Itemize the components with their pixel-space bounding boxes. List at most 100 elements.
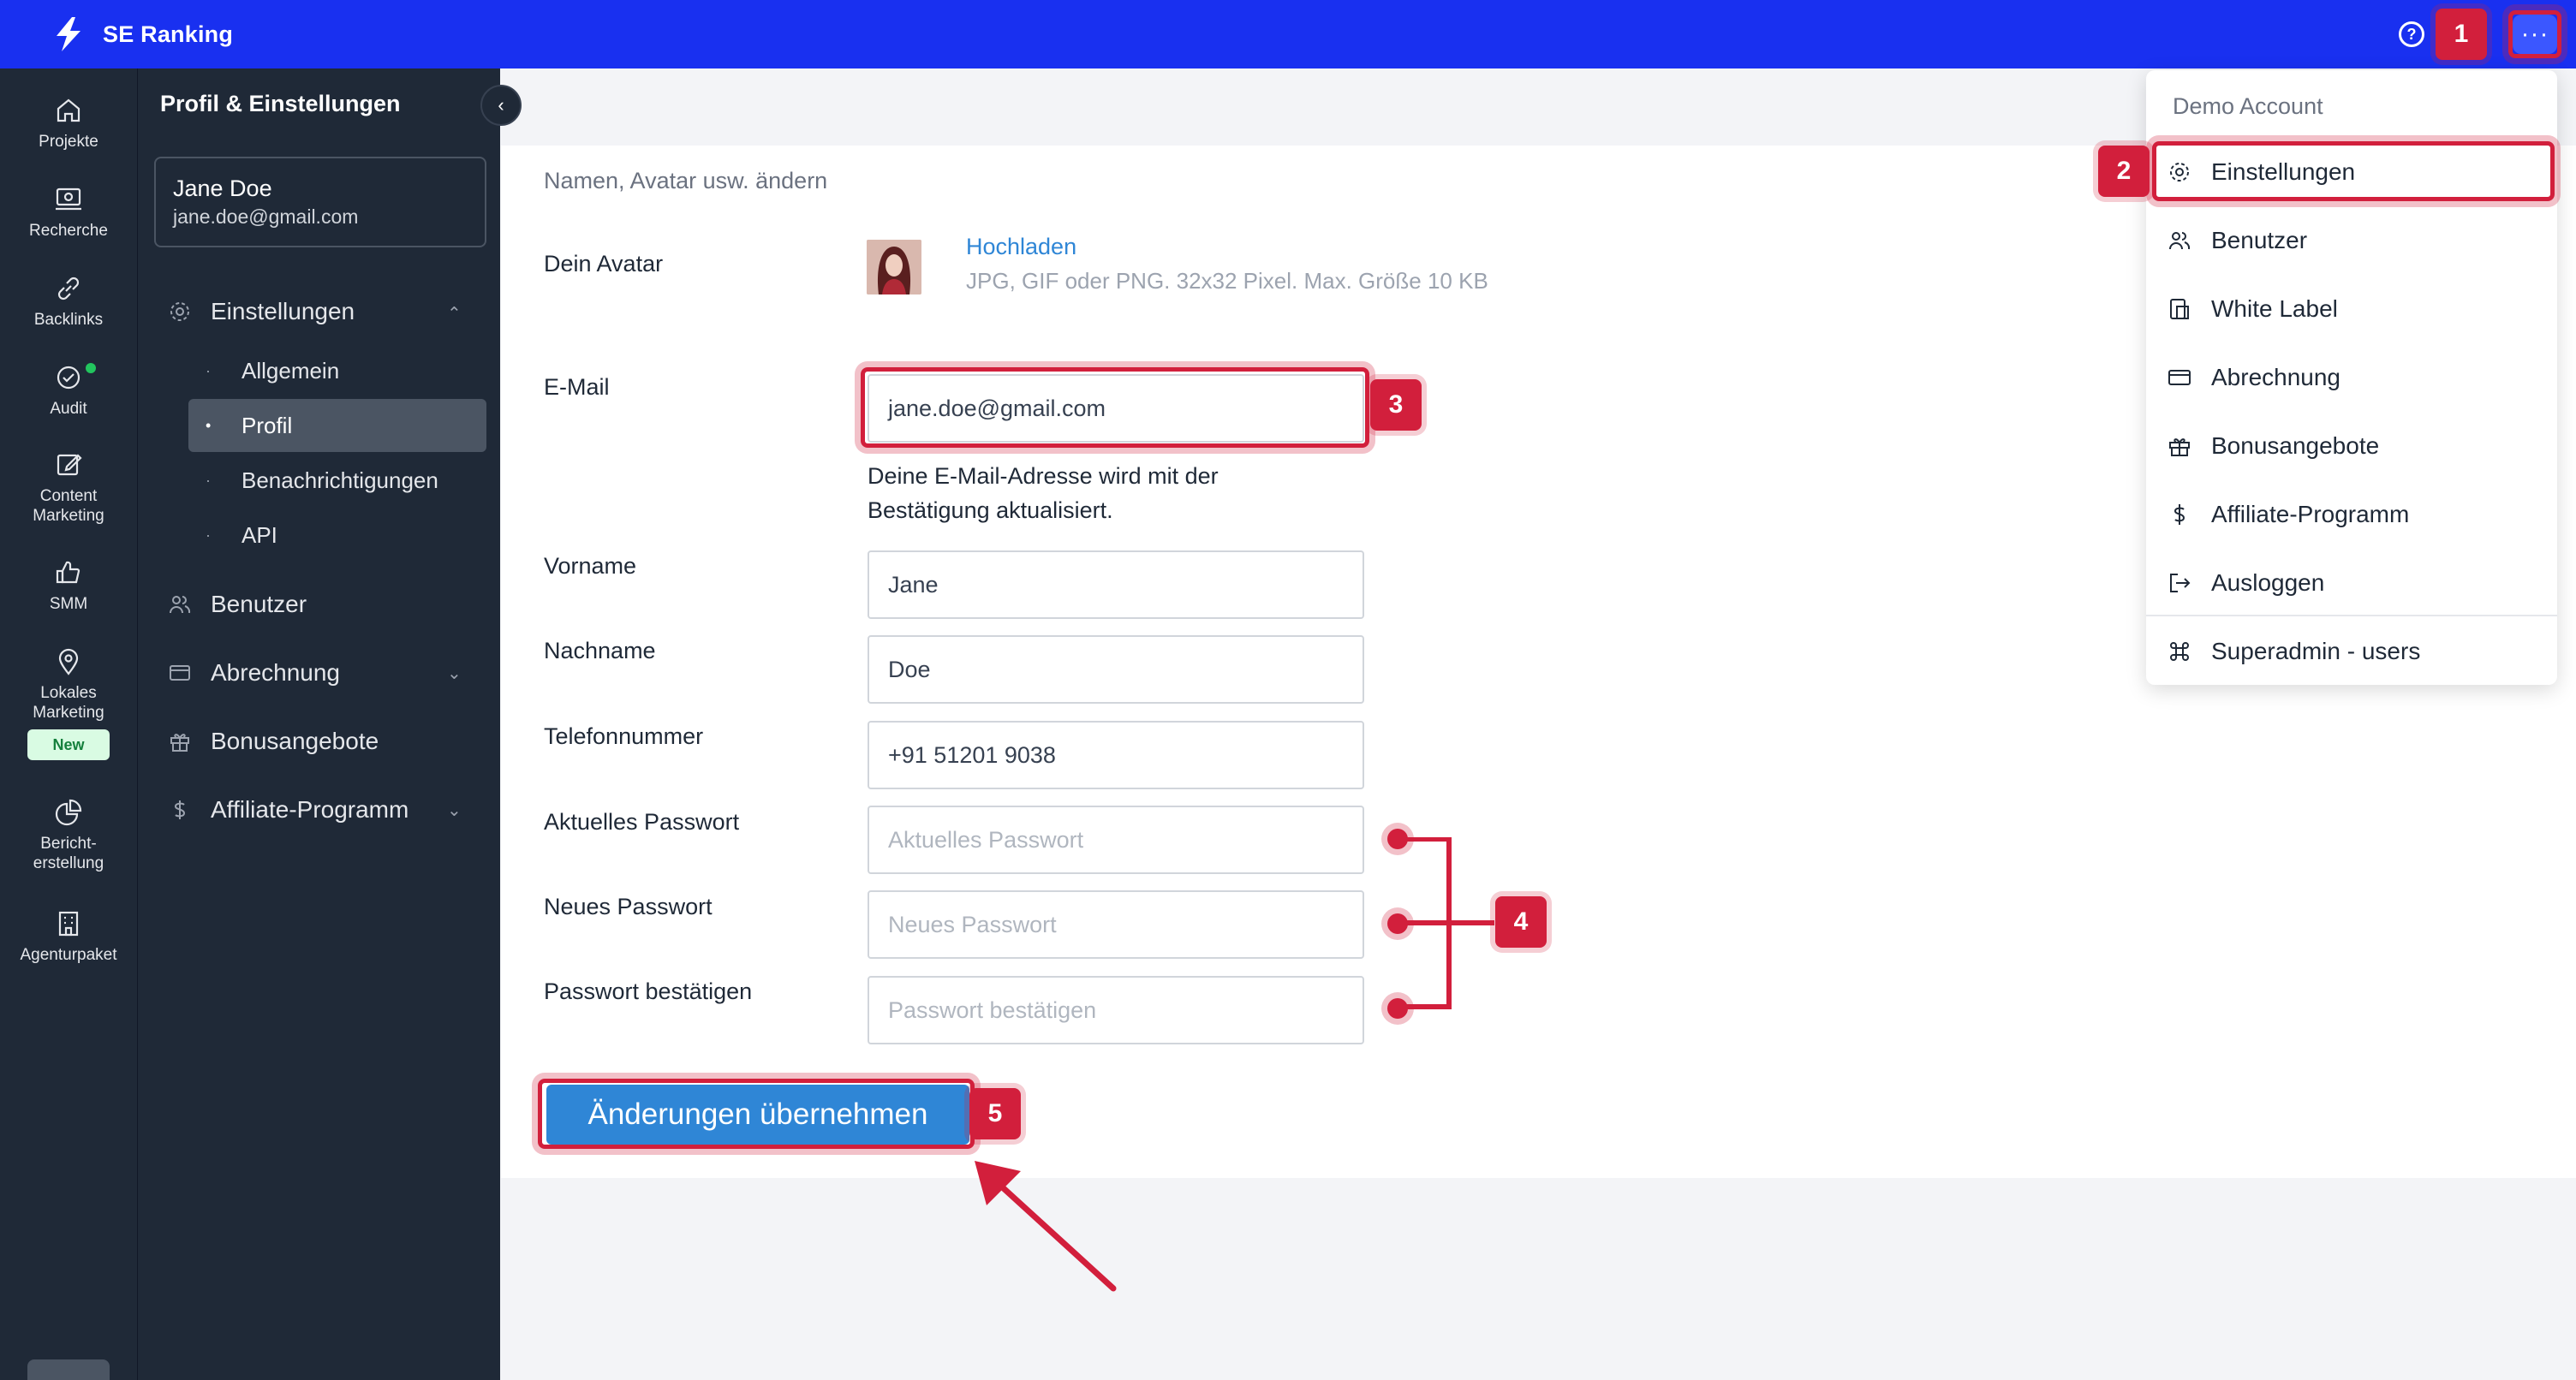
highlight-einstellungen: [2152, 141, 2555, 201]
user-name: Jane Doe: [173, 175, 272, 201]
step-badge-5: 5: [969, 1088, 1021, 1139]
sidebar-subitem-label: Allgemein: [242, 357, 340, 384]
gift-icon: [2169, 438, 2190, 456]
arrow-pointer: [975, 1161, 1117, 1292]
bullet: ·: [206, 526, 211, 544]
sidebar-item-label: Affiliate-Programm: [211, 796, 409, 823]
rail-item-berichterstellung[interactable]: Bericht- erstellung: [0, 796, 137, 873]
check-circle-icon: [57, 366, 80, 390]
rail-item-audit[interactable]: Audit: [0, 361, 137, 419]
sidebar-subitem-benachrichtigungen[interactable]: · Benachrichtigungen: [188, 454, 486, 507]
upload-hint: JPG, GIF oder PNG. 32x32 Pixel. Max. Grö…: [966, 268, 1488, 294]
rail-label: Bericht- erstellung: [33, 835, 104, 872]
bullet: ·: [206, 471, 211, 489]
email-label: E-Mail: [544, 374, 610, 400]
menu-item-bonusangebote[interactable]: Bonusangebote: [2167, 416, 2549, 476]
white-label-icon: [2170, 299, 2189, 319]
menu-item-ausloggen[interactable]: Ausloggen: [2167, 553, 2549, 613]
rail-item-agenturpaket[interactable]: Agenturpaket: [0, 907, 137, 965]
sidebar-item-bonusangebote[interactable]: Bonusangebote: [168, 728, 379, 755]
password-bracket: [1399, 837, 1494, 1009]
help-icon[interactable]: ?: [2399, 21, 2424, 47]
sidebar-item-label: Abrechnung: [211, 659, 341, 686]
rail-item-projekte[interactable]: Projekte: [0, 94, 137, 152]
new-password-field[interactable]: Neues Passwort: [868, 890, 1364, 959]
sidebar-item-benutzer[interactable]: Benutzer: [168, 591, 307, 618]
first-name-field[interactable]: Jane: [868, 550, 1364, 619]
sidebar-item-label: Bonusangebote: [211, 728, 379, 754]
thumbs-up-icon: [56, 561, 80, 584]
avatar-portrait: [867, 240, 921, 294]
chevron-down-icon: ⌄: [447, 800, 462, 820]
building-icon: [58, 911, 79, 937]
rail-item-lokales-marketing[interactable]: Lokales Marketing New: [0, 645, 137, 760]
menu-item-label: Affiliate-Programm: [2211, 501, 2410, 527]
menu-item-label: Bonusangebote: [2211, 432, 2380, 459]
gear-icon: [170, 302, 189, 321]
rail-item-backlinks[interactable]: Backlinks: [0, 272, 137, 330]
avatar-image: [867, 240, 921, 294]
menu-item-superadmin-users[interactable]: Superadmin - users: [2167, 622, 2549, 681]
map-pin-icon: [58, 648, 79, 675]
sidebar-item-affiliate-programm[interactable]: Affiliate-Programm ⌄: [168, 796, 462, 824]
account-avatar[interactable]: [27, 1359, 110, 1380]
confirm-password-field[interactable]: Passwort bestätigen: [868, 976, 1364, 1044]
rail-label: Agenturpaket: [20, 946, 117, 964]
sidebar-subitem-allgemein[interactable]: · Allgemein: [188, 344, 486, 397]
rail-item-recherche[interactable]: Recherche: [0, 183, 137, 241]
upload-avatar-link[interactable]: Hochladen: [966, 234, 1076, 260]
command-icon: [2170, 642, 2189, 661]
new-badge: New: [27, 729, 110, 760]
new-password-label: Neues Passwort: [544, 894, 713, 919]
page-background: [501, 1178, 2576, 1380]
last-name-field[interactable]: Doe: [868, 635, 1364, 704]
rail-label: Backlinks: [33, 311, 104, 329]
rail-label: Recherche: [29, 222, 108, 240]
highlight-email-field: [861, 367, 1369, 448]
sidebar-subitem-label: Profil: [242, 412, 293, 438]
highlight-apply-button: [538, 1079, 975, 1149]
rail-item-content-marketing[interactable]: Content Marketing: [0, 449, 137, 526]
phone-label: Telefonnummer: [544, 723, 704, 749]
research-icon: [56, 187, 81, 211]
dollar-icon: [174, 800, 186, 819]
sidebar-item-abrechnung[interactable]: Abrechnung ⌄: [168, 659, 462, 687]
phone-field[interactable]: +91 51201 9038: [868, 721, 1364, 789]
rail-label: Projekte: [39, 133, 98, 151]
home-icon: [57, 98, 80, 122]
dropdown-header: Demo Account: [2173, 93, 2323, 119]
sidebar-subitem-api[interactable]: · API: [188, 509, 486, 562]
users-icon: [2169, 232, 2191, 250]
collapse-sidebar-button[interactable]: ‹: [480, 85, 522, 126]
card-icon: [2168, 370, 2191, 385]
current-password-label: Aktuelles Passwort: [544, 809, 740, 835]
chevron-up-icon: ⌄: [447, 301, 462, 321]
bullet: •: [206, 416, 212, 434]
app-name: SE Ranking: [103, 21, 234, 47]
menu-item-abrechnung[interactable]: Abrechnung: [2167, 348, 2549, 407]
app-logo[interactable]: SE Ranking: [50, 14, 233, 55]
status-dot: [86, 363, 96, 373]
dropdown-divider: [2146, 615, 2557, 616]
last-name-label: Nachname: [544, 638, 656, 663]
step-badge-1: 1: [2436, 9, 2487, 60]
sidebar-item-einstellungen[interactable]: Einstellungen ⌄: [168, 298, 462, 325]
rail-item-smm[interactable]: SMM: [0, 556, 137, 614]
menu-item-affiliate-programm[interactable]: Affiliate-Programm: [2167, 485, 2549, 544]
lightning-logo-icon: [57, 17, 80, 51]
chevron-left-icon: ‹: [498, 94, 504, 116]
menu-item-benutzer[interactable]: Benutzer: [2167, 211, 2549, 271]
sidebar-title: Profil & Einstellungen: [160, 91, 401, 116]
step-badge-2: 2: [2098, 146, 2150, 197]
menu-item-label: Superadmin - users: [2211, 638, 2421, 664]
menu-item-white-label[interactable]: White Label: [2167, 279, 2549, 339]
menu-item-label: White Label: [2211, 295, 2338, 322]
confirm-password-label: Passwort bestätigen: [544, 978, 753, 1004]
sidebar-subitem-profil[interactable]: • Profil: [188, 399, 486, 452]
gift-icon: [170, 734, 189, 752]
user-card[interactable]: Jane Doe jane.doe@gmail.com: [154, 157, 486, 247]
avatar-label: Dein Avatar: [544, 251, 664, 277]
user-email: jane.doe@gmail.com: [173, 205, 359, 228]
current-password-field[interactable]: Aktuelles Passwort: [868, 806, 1364, 874]
rail-label: Lokales Marketing: [33, 684, 104, 722]
